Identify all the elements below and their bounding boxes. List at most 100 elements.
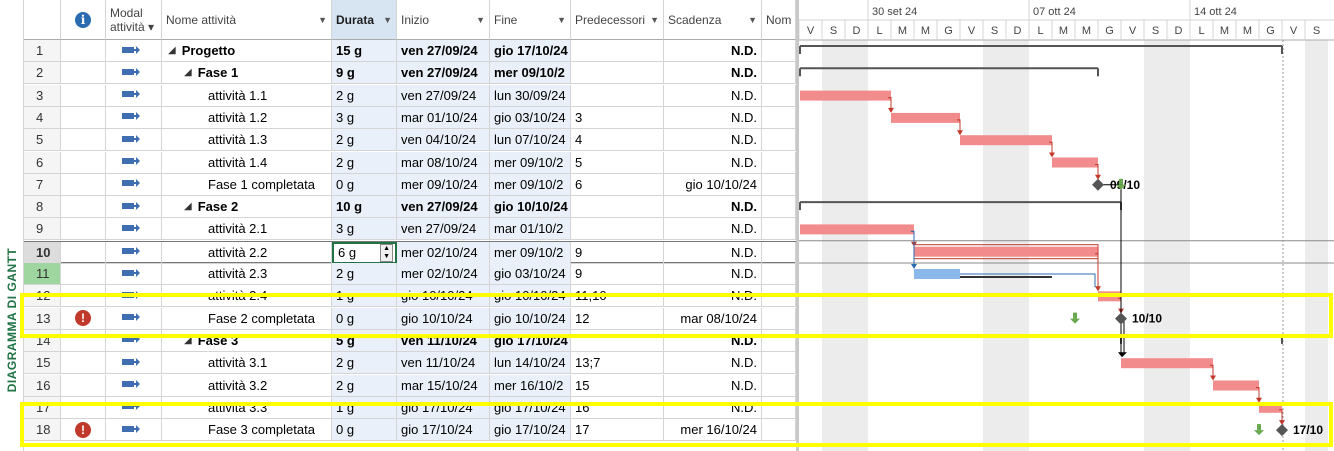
deadline-cell[interactable]: N.D. (664, 218, 762, 241)
deadline-cell[interactable]: N.D. (664, 151, 762, 174)
table-row[interactable]: 10 attività 2.2 6 g ▲ ▼ mer 02/10/24 mer 09/10… (24, 240, 796, 264)
task-name-cell[interactable]: attività 1.2 (162, 106, 332, 129)
resource-cell[interactable] (762, 329, 796, 352)
start-cell[interactable]: ven 11/10/24 (397, 329, 490, 352)
row-id-cell[interactable]: 9 (24, 218, 61, 241)
deadline-cell[interactable]: mar 08/10/24 (664, 307, 762, 330)
deadline-cell[interactable]: gio 10/10/24 (664, 173, 762, 196)
row-id-cell[interactable]: 3 (24, 84, 61, 107)
gantt-chart[interactable]: 30 set 24 07 ott 24 14 ott 24 V S D L M M G V S D L M M… (799, 0, 1334, 451)
collapse-triangle-icon[interactable]: ◢ (184, 67, 192, 78)
predecessors-cell[interactable] (571, 62, 664, 85)
finish-cell[interactable]: gio 10/10/24 (490, 307, 571, 330)
resource-cell[interactable] (762, 419, 796, 442)
row-id-cell[interactable]: 12 (24, 285, 61, 308)
duration-cell[interactable]: 10 g (332, 196, 397, 219)
duration-cell[interactable]: 6 g ▲ ▼ (332, 241, 397, 264)
chevron-down-icon[interactable]: ▼ (476, 15, 485, 25)
row-id-cell[interactable]: 2 (24, 62, 61, 85)
view-bar[interactable]: DIAGRAMMA DI GANTT (0, 0, 24, 451)
duration-cell[interactable]: 15 g (332, 40, 397, 62)
task-mode-cell[interactable] (106, 419, 162, 442)
deadline-cell[interactable]: N.D. (664, 396, 762, 419)
resource-cell[interactable] (762, 218, 796, 241)
table-row[interactable]: 3 attività 1.1 2 g ven 27/09/24 lun 30/09/24… (24, 84, 796, 107)
task-mode-cell[interactable] (106, 352, 162, 375)
start-cell[interactable]: mer 02/10/24 (397, 263, 490, 285)
missed-deadline-icon[interactable]: ! (75, 310, 91, 327)
predecessors-cell[interactable]: 11;10 (571, 285, 664, 308)
resource-cell[interactable] (762, 151, 796, 174)
row-id-cell[interactable]: 4 (24, 106, 61, 129)
duration-cell[interactable]: 2 g (332, 129, 397, 152)
row-id-cell[interactable]: 8 (24, 196, 61, 219)
finish-cell[interactable]: gio 03/10/24 (490, 263, 571, 285)
table-row[interactable]: 12 attività 2.4 1 g gio 10/10/24 gio 10/10/2… (24, 285, 796, 308)
collapse-triangle-icon[interactable]: ◢ (184, 335, 192, 346)
deadline-cell[interactable]: mer 16/10/24 (664, 419, 762, 442)
finish-cell[interactable]: lun 07/10/24 (490, 129, 571, 152)
deadline-cell[interactable]: N.D. (664, 84, 762, 107)
row-id-cell[interactable]: 14 (24, 329, 61, 352)
finish-cell[interactable]: gio 17/10/24 (490, 329, 571, 352)
start-cell[interactable]: gio 17/10/24 (397, 396, 490, 419)
start-cell[interactable]: ven 27/09/24 (397, 196, 490, 219)
table-row[interactable]: 6 attività 1.4 2 g mar 08/10/24 mer 09/10/2 5… (24, 151, 796, 174)
duration-cell[interactable]: 2 g (332, 374, 397, 397)
resource-cell[interactable] (762, 352, 796, 375)
start-cell[interactable]: ven 11/10/24 (397, 352, 490, 375)
task-mode-cell[interactable] (106, 62, 162, 85)
duration-cell[interactable]: 3 g (332, 106, 397, 129)
start-cell[interactable]: ven 27/09/24 (397, 218, 490, 241)
finish-cell[interactable]: mer 09/10/2 (490, 241, 571, 264)
table-row[interactable]: 5 attività 1.3 2 g ven 04/10/24 lun 07/10/24… (24, 129, 796, 152)
finish-cell[interactable]: mer 09/10/2 (490, 151, 571, 174)
task-mode-cell[interactable] (106, 196, 162, 219)
finish-column-header[interactable]: Fine ▼ (490, 0, 571, 40)
table-row[interactable]: 16 attività 3.2 2 g mar 15/10/24 mer 16/10/2… (24, 374, 796, 397)
duration-cell[interactable]: 2 g (332, 84, 397, 107)
start-cell[interactable]: mer 09/10/24 (397, 173, 490, 196)
deadline-cell[interactable]: N.D. (664, 129, 762, 152)
finish-cell[interactable]: mer 09/10/2 (490, 173, 571, 196)
deadline-cell[interactable]: N.D. (664, 285, 762, 308)
table-row[interactable]: 2 ◢ Fase 1 9 g ven 27/09/24 mer 09/10/2 N.D. (24, 62, 796, 85)
task-mode-cell[interactable] (106, 84, 162, 107)
chevron-down-icon[interactable]: ▼ (318, 15, 327, 25)
predecessors-cell[interactable] (571, 329, 664, 352)
chevron-down-icon[interactable]: ▼ (557, 15, 566, 25)
row-id-cell[interactable]: 5 (24, 129, 61, 152)
resource-cell[interactable] (762, 263, 796, 285)
duration-cell[interactable]: 3 g (332, 218, 397, 241)
duration-cell[interactable]: 0 g (332, 419, 397, 442)
predecessors-cell[interactable]: 16 (571, 396, 664, 419)
finish-cell[interactable]: gio 17/10/24 (490, 419, 571, 442)
task-name-cell[interactable]: ◢ Fase 3 (162, 329, 332, 352)
task-name-cell[interactable]: attività 2.2 (162, 241, 332, 264)
table-row[interactable]: 8 ◢ Fase 2 10 g ven 27/09/24 gio 10/10/24 N.D. (24, 196, 796, 219)
resource-cell[interactable] (762, 40, 796, 62)
duration-cell[interactable]: 2 g (332, 352, 397, 375)
row-id-cell[interactable]: 18 (24, 419, 61, 442)
row-id-cell[interactable]: 15 (24, 352, 61, 375)
table-row[interactable]: 11 attività 2.3 2 g mer 02/10/24 gio 03/10/2… (24, 263, 796, 285)
task-name-cell[interactable]: attività 1.4 (162, 151, 332, 174)
predecessors-cell[interactable] (571, 196, 664, 219)
duration-cell[interactable]: 0 g (332, 173, 397, 196)
task-name-cell[interactable]: attività 2.1 (162, 218, 332, 241)
predecessors-cell[interactable]: 12 (571, 307, 664, 330)
finish-cell[interactable]: lun 14/10/24 (490, 352, 571, 375)
task-mode-cell[interactable] (106, 329, 162, 352)
deadline-cell[interactable]: N.D. (664, 196, 762, 219)
indicators-column-header[interactable]: i (61, 0, 106, 40)
task-mode-cell[interactable] (106, 173, 162, 196)
duration-cell[interactable]: 1 g (332, 285, 397, 308)
predecessors-cell[interactable]: 17 (571, 419, 664, 442)
collapse-triangle-icon[interactable]: ◢ (168, 45, 176, 56)
duration-cell[interactable]: 0 g (332, 307, 397, 330)
deadline-cell[interactable]: N.D. (664, 241, 762, 264)
task-mode-cell[interactable] (106, 40, 162, 62)
resource-cell[interactable] (762, 196, 796, 219)
task-name-cell[interactable]: ◢ Fase 1 (162, 62, 332, 85)
resource-cell[interactable] (762, 374, 796, 397)
